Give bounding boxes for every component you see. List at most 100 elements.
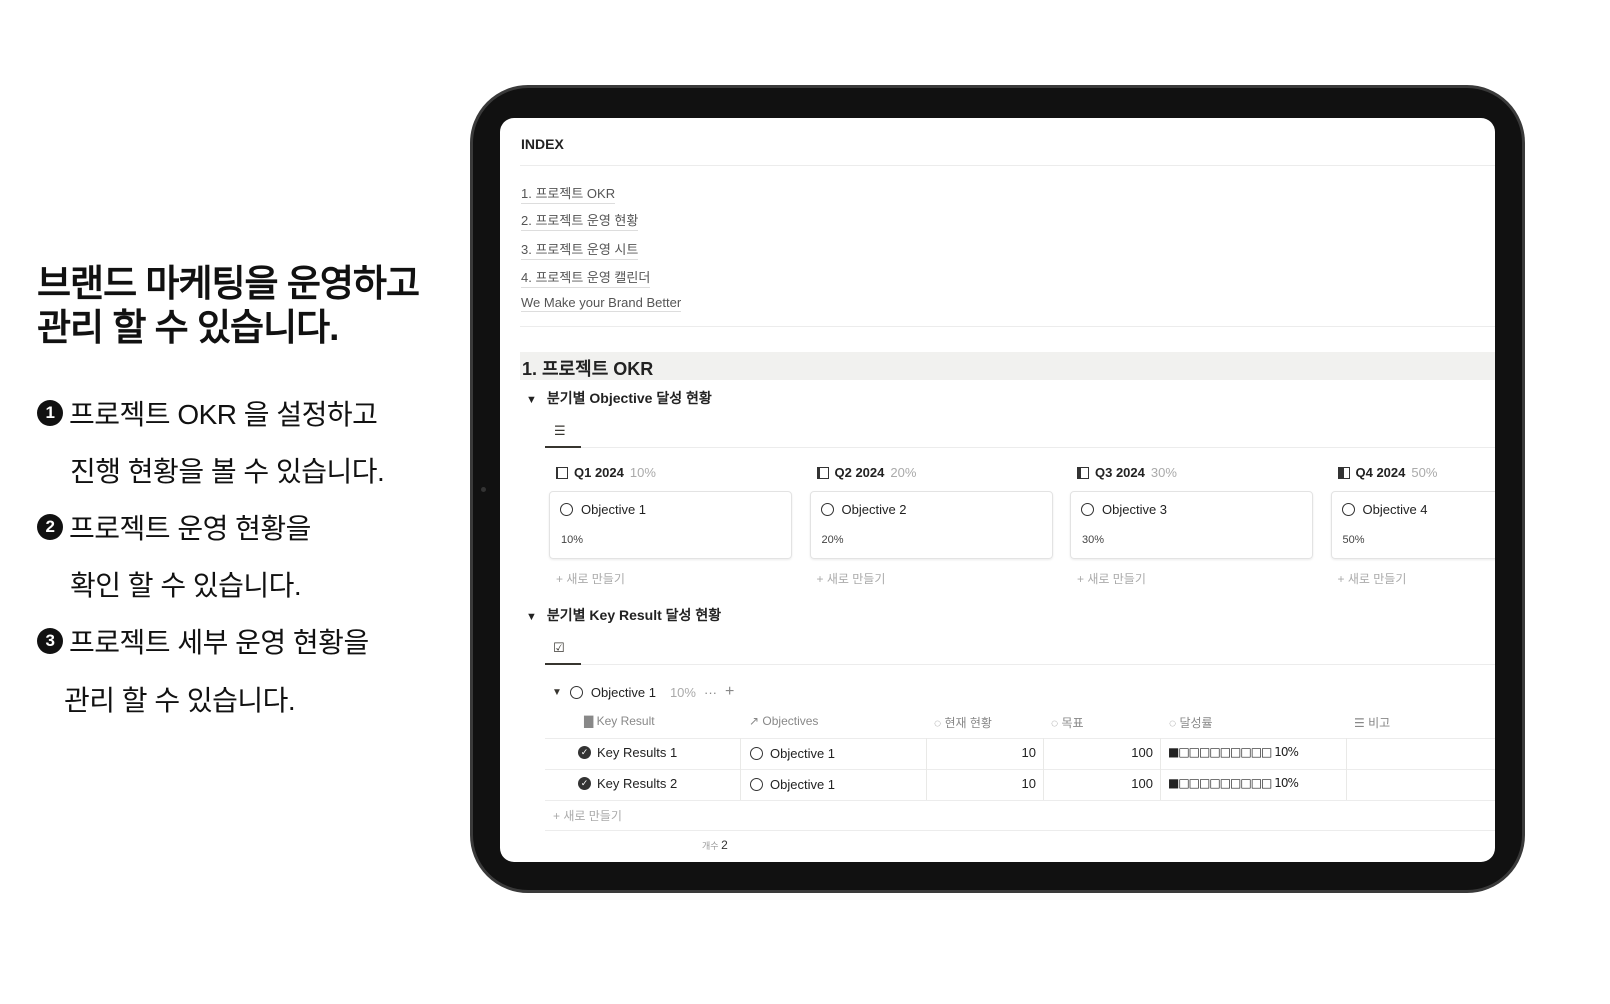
headline-line: 브랜드 마케팅을 운영하고	[37, 263, 420, 304]
board-column-header[interactable]: Q4 2024 50%	[1337, 465, 1438, 480]
header-label: Objectives	[762, 714, 819, 728]
index-link[interactable]: 1. 프로젝트 OKR	[521, 183, 616, 204]
divider	[520, 326, 1495, 327]
target-cell[interactable]: 100	[1047, 745, 1153, 760]
quarter-label: Q4 2024	[1355, 465, 1406, 480]
objective-relation-cell[interactable]: Objective 1	[750, 777, 835, 792]
new-row-button[interactable]: + 새로 만들기	[553, 807, 622, 824]
triangle-down-icon[interactable]: ▼	[526, 394, 537, 406]
col-divider	[740, 738, 741, 800]
number-badge: 1	[37, 400, 63, 426]
camera-dot	[481, 487, 486, 492]
new-card-button[interactable]: + 새로 만들기	[1077, 570, 1146, 587]
card-title: Objective 3	[1102, 502, 1168, 517]
notion-page: INDEX 1. 프로젝트 OKR 2. 프로젝트 운영 현황 3. 프로젝트 …	[500, 118, 1495, 862]
quarter-label: Q1 2024	[574, 465, 624, 480]
th-key-result[interactable]: ▇ Key Result	[584, 714, 655, 728]
board-column-header[interactable]: Q1 2024 10%	[556, 465, 656, 480]
quarter-pct: 50%	[1411, 465, 1438, 480]
group-header[interactable]: ▼ Objective 1 10% ··· +	[552, 683, 734, 701]
index-link[interactable]: 4. 프로젝트 운영 캘린더	[521, 267, 651, 288]
kr-toggle[interactable]: ▼ 분기별 Key Result 달성 현황	[526, 605, 721, 625]
th-objectives[interactable]: ↗ Objectives	[749, 714, 818, 728]
circle-icon	[750, 747, 763, 760]
circle-icon	[750, 778, 763, 791]
target-cell[interactable]: 100	[1047, 776, 1153, 791]
objective-toggle[interactable]: ▼ 분기별 Objective 달성 현황	[526, 388, 712, 408]
card-value: 30%	[1082, 534, 1105, 546]
table-row[interactable]: ✓ Key Results 1	[578, 745, 677, 760]
index-link[interactable]: 2. 프로젝트 운영 현황	[521, 210, 639, 231]
headline-line: 관리 할 수 있습니다.	[37, 307, 339, 348]
divider	[520, 165, 1495, 166]
toggle-label: 분기별 Key Result 달성 현황	[546, 607, 722, 623]
circle-icon	[560, 503, 573, 516]
feature-3: 3 프로젝트 세부 운영 현황을	[37, 621, 369, 661]
new-card-button[interactable]: + 새로 만들기	[1338, 570, 1407, 587]
group-pct: 10%	[669, 684, 696, 700]
triangle-down-icon[interactable]: ▼	[526, 611, 537, 623]
card-value: 20%	[821, 534, 844, 546]
active-view-underline	[545, 446, 581, 448]
view-tab-divider	[545, 447, 1495, 448]
col-divider	[1043, 738, 1044, 800]
count-footer: 개수 2	[702, 838, 728, 852]
quarter-label: Q2 2024	[834, 465, 885, 480]
progress-square-icon	[1077, 466, 1089, 479]
card-title: Objective 1	[581, 502, 647, 517]
board-view-icon[interactable]: ☰	[554, 423, 566, 439]
section-heading: 1. 프로젝트 OKR	[520, 352, 1495, 380]
th-target[interactable]: ◌ 목표	[1051, 714, 1084, 731]
quarter-pct: 20%	[890, 465, 917, 480]
feature-text: 진행 현황을 볼 수 있습니다.	[70, 456, 385, 487]
card-title: Objective 2	[841, 502, 907, 517]
view-tab-divider	[545, 664, 1495, 665]
header-label: Key Result	[596, 714, 655, 728]
objective-link[interactable]: Objective 1	[770, 777, 835, 792]
quarter-label: Q3 2024	[1095, 465, 1145, 480]
more-icon[interactable]: ···	[704, 685, 717, 700]
objective-link[interactable]: Objective 1	[770, 746, 835, 761]
quarter-pct: 30%	[1150, 465, 1177, 480]
feature-1: 1 프로젝트 OKR 을 설정하고	[37, 393, 378, 433]
col-divider	[1346, 738, 1347, 800]
index-link[interactable]: 3. 프로젝트 운영 시트	[521, 239, 639, 260]
new-card-button[interactable]: + 새로 만들기	[556, 570, 625, 587]
progress-square-icon	[816, 466, 829, 479]
feature-1-cont: 진행 현황을 볼 수 있습니다.	[70, 450, 385, 490]
add-icon[interactable]: +	[725, 683, 734, 701]
board-column-header[interactable]: Q2 2024 20%	[816, 465, 917, 480]
circle-icon	[1341, 503, 1355, 516]
toggle-label: 분기별 Objective 달성 현황	[546, 390, 712, 406]
triangle-down-icon[interactable]: ▼	[552, 687, 562, 698]
objective-card[interactable]: Objective 2 20%	[809, 491, 1053, 559]
header-label: 비고	[1368, 716, 1391, 730]
objective-card[interactable]: Objective 1 10%	[549, 491, 792, 559]
table-row[interactable]: ✓ Key Results 2	[578, 776, 677, 791]
board-column-header[interactable]: Q3 2024 30%	[1077, 465, 1177, 480]
objective-card[interactable]: Objective 3 30%	[1070, 491, 1313, 559]
table-border	[545, 830, 1495, 831]
th-note[interactable]: ☰ 비고	[1354, 714, 1390, 731]
th-rate[interactable]: ◌ 달성률	[1169, 714, 1213, 731]
key-result-cell[interactable]: Key Results 1	[597, 745, 677, 760]
current-cell[interactable]: 10	[930, 745, 1036, 760]
progress-square-icon	[556, 466, 568, 479]
checklist-view-icon[interactable]: ☑	[553, 640, 565, 656]
feature-text: 프로젝트 세부 운영 현황을	[69, 627, 369, 658]
number-badge: 3	[37, 628, 63, 654]
index-link[interactable]: We Make your Brand Better	[521, 295, 682, 312]
objective-relation-cell[interactable]: Objective 1	[750, 746, 835, 761]
card-value: 10%	[561, 534, 584, 546]
group-title[interactable]: Objective 1	[591, 685, 656, 700]
table-border	[545, 800, 1495, 801]
key-result-cell[interactable]: Key Results 2	[597, 776, 677, 791]
th-current[interactable]: ◌ 현재 현황	[934, 714, 992, 731]
check-circle-icon: ✓	[578, 746, 591, 759]
new-card-button[interactable]: + 새로 만들기	[817, 570, 886, 587]
current-cell[interactable]: 10	[930, 776, 1036, 791]
objective-card[interactable]: Objective 4 50%	[1330, 491, 1495, 559]
header-label: 현재 현황	[944, 716, 992, 730]
header-label: 달성률	[1179, 716, 1213, 730]
quarter-pct: 10%	[629, 465, 656, 480]
